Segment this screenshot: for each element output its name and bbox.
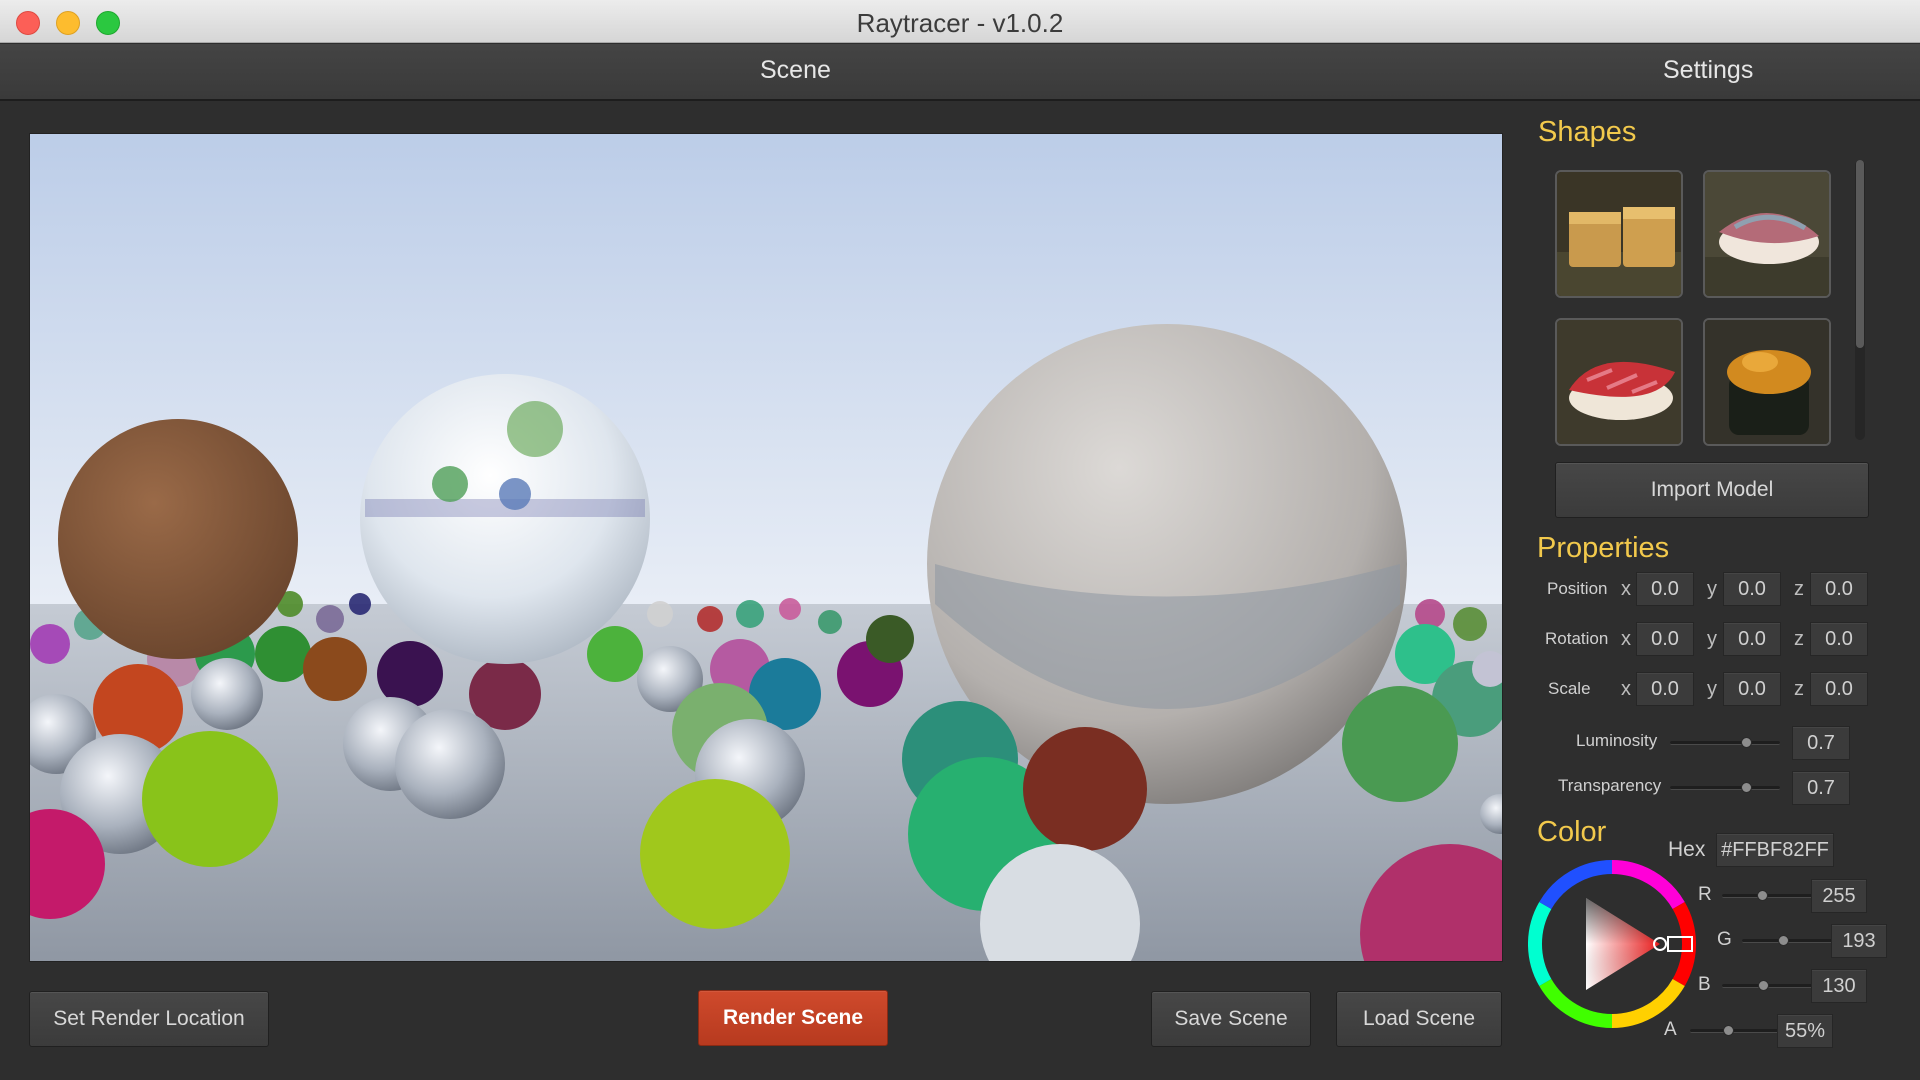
- save-scene-button[interactable]: Save Scene: [1151, 991, 1311, 1047]
- position-x-label: x: [1621, 578, 1631, 600]
- properties-section-title: Properties: [1537, 532, 1670, 564]
- tuna-sushi-icon: [1557, 320, 1681, 444]
- window-title: Raytracer - v1.0.2: [856, 8, 1064, 38]
- alpha-channel-slider-knob[interactable]: [1723, 1025, 1734, 1036]
- tab-bar: Scene Settings: [0, 44, 1920, 101]
- alpha-channel-label: A: [1664, 1019, 1677, 1040]
- red-channel-field[interactable]: 255: [1811, 879, 1867, 913]
- rotation-y-label: y: [1707, 628, 1717, 650]
- position-z-field[interactable]: 0.0: [1810, 572, 1868, 606]
- rendered-scene-image: [30, 134, 1502, 961]
- set-render-location-button[interactable]: Set Render Location: [29, 991, 269, 1047]
- shapes-gallery: [1555, 170, 1855, 446]
- green-channel-slider-knob[interactable]: [1778, 935, 1789, 946]
- position-y-label: y: [1707, 578, 1717, 600]
- import-model-button[interactable]: Import Model: [1555, 462, 1869, 518]
- alpha-channel-field[interactable]: 55%: [1777, 1014, 1833, 1048]
- shapes-scrollbar-thumb[interactable]: [1856, 160, 1864, 348]
- scale-x-field[interactable]: 0.0: [1636, 672, 1694, 706]
- scale-y-field[interactable]: 0.0: [1723, 672, 1781, 706]
- blue-channel-slider-knob[interactable]: [1758, 980, 1769, 991]
- rotation-z-field[interactable]: 0.0: [1810, 622, 1868, 656]
- render-scene-button[interactable]: Render Scene: [698, 990, 888, 1046]
- window-titlebar: Raytracer - v1.0.2: [0, 0, 1920, 43]
- rotation-label: Rotation: [1545, 629, 1609, 648]
- position-label: Position: [1547, 579, 1608, 598]
- scale-label: Scale: [1548, 679, 1591, 698]
- luminosity-slider-knob[interactable]: [1741, 737, 1752, 748]
- scale-z-field[interactable]: 0.0: [1810, 672, 1868, 706]
- rotation-x-field[interactable]: 0.0: [1636, 622, 1694, 656]
- scale-z-label: z: [1794, 678, 1804, 700]
- tamago-sushi-icon: [1557, 172, 1681, 296]
- green-channel-field[interactable]: 193: [1831, 924, 1887, 958]
- rotation-y-field[interactable]: 0.0: [1723, 622, 1781, 656]
- color-wheel-icon: [1527, 860, 1697, 1028]
- shapes-scrollbar[interactable]: [1855, 160, 1865, 440]
- position-y-field[interactable]: 0.0: [1723, 572, 1781, 606]
- color-section-title: Color: [1537, 816, 1607, 848]
- fish-sushi-icon: [1705, 172, 1829, 296]
- color-wheel-picker[interactable]: [1527, 860, 1697, 1028]
- luminosity-value-field[interactable]: 0.7: [1792, 726, 1850, 760]
- tab-settings[interactable]: Settings: [1663, 56, 1753, 85]
- transparency-slider[interactable]: [1670, 786, 1780, 790]
- blue-channel-label: B: [1698, 974, 1711, 995]
- tab-scene[interactable]: Scene: [760, 56, 831, 85]
- rotation-x-label: x: [1621, 628, 1631, 650]
- scale-x-label: x: [1621, 678, 1631, 700]
- render-viewport[interactable]: [29, 133, 1503, 962]
- uni-sushi-thumbnail[interactable]: [1703, 318, 1831, 446]
- uni-sushi-icon: [1705, 320, 1829, 444]
- transparency-slider-knob[interactable]: [1741, 782, 1752, 793]
- fish-sushi-thumbnail[interactable]: [1703, 170, 1831, 298]
- position-z-label: z: [1794, 578, 1804, 600]
- load-scene-button[interactable]: Load Scene: [1336, 991, 1502, 1047]
- green-channel-label: G: [1717, 929, 1732, 950]
- position-x-field[interactable]: 0.0: [1636, 572, 1694, 606]
- hex-value-field[interactable]: #FFBF82FF: [1716, 833, 1834, 867]
- red-channel-label: R: [1698, 884, 1712, 905]
- scale-y-label: y: [1707, 678, 1717, 700]
- tamago-sushi-thumbnail[interactable]: [1555, 170, 1683, 298]
- luminosity-slider[interactable]: [1670, 741, 1780, 745]
- transparency-label: Transparency: [1558, 776, 1662, 795]
- alpha-channel-slider[interactable]: [1690, 1029, 1782, 1033]
- hex-label: Hex: [1668, 838, 1706, 861]
- tuna-sushi-thumbnail[interactable]: [1555, 318, 1683, 446]
- shapes-section-title: Shapes: [1538, 116, 1637, 148]
- luminosity-label: Luminosity: [1576, 731, 1658, 750]
- red-channel-slider-knob[interactable]: [1757, 890, 1768, 901]
- blue-channel-field[interactable]: 130: [1811, 969, 1867, 1003]
- transparency-value-field[interactable]: 0.7: [1792, 771, 1850, 805]
- red-channel-slider[interactable]: [1722, 894, 1814, 898]
- rotation-z-label: z: [1794, 628, 1804, 650]
